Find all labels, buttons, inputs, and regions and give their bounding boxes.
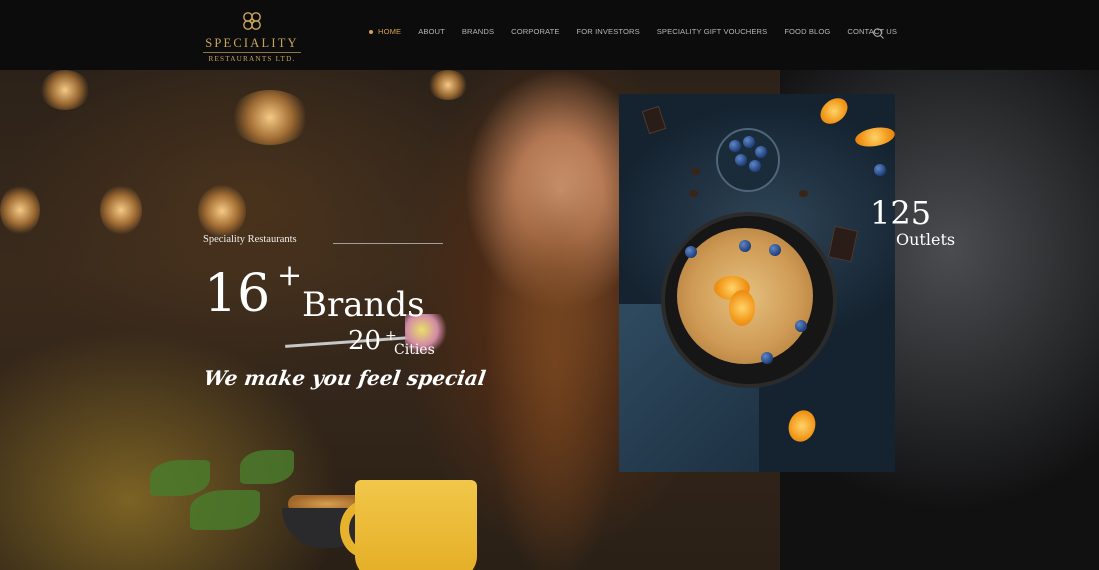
outlets-label: Outlets (896, 230, 956, 249)
nav-item-gift-vouchers[interactable]: SPECIALITY GIFT VOUCHERS (657, 27, 768, 36)
orange-slice (729, 290, 755, 326)
chocolate-piece (827, 225, 859, 263)
chocolate-piece (641, 105, 667, 135)
blueberry (685, 246, 697, 258)
orange-slice (784, 406, 820, 446)
coffee-bean (691, 168, 700, 175)
coffee-bean (689, 190, 698, 197)
blueberry (743, 136, 755, 148)
plant-leaf (190, 490, 260, 530)
blueberry (795, 320, 807, 332)
blueberry (749, 160, 761, 172)
bokeh-light (198, 185, 246, 237)
blueberry (735, 154, 747, 166)
brands-label: Brands (302, 285, 425, 325)
nav-item-food-blog[interactable]: FOOD BLOG (784, 27, 830, 36)
nav-item-home[interactable]: HOME (369, 27, 401, 36)
coffee-bean (799, 190, 808, 197)
nav-item-label: HOME (378, 27, 402, 36)
logo-emblem-icon (243, 12, 261, 30)
orange-slice (815, 94, 853, 130)
hero-eyebrow: Speciality Restaurants (203, 234, 297, 245)
nav-item-for-investors[interactable]: FOR INVESTORS (577, 27, 640, 36)
brands-count: 16 (204, 264, 271, 324)
active-dot-icon (369, 29, 373, 34)
bokeh-light (40, 70, 90, 110)
cities-count: 20 (348, 326, 382, 356)
bokeh-light (230, 90, 310, 145)
blueberry (755, 146, 767, 158)
blueberry (769, 244, 781, 256)
nav-item-brands[interactable]: BRANDS (462, 27, 494, 36)
plant-leaf (240, 450, 294, 484)
blueberry (761, 352, 773, 364)
nav-item-corporate[interactable]: CORPORATE (511, 27, 559, 36)
blueberry (729, 140, 741, 152)
site-header: SPECIALITY RESTAURANTS LTD. HOME ABOUT B… (0, 0, 1099, 70)
food-photo-card (619, 94, 895, 472)
orange-slice (853, 124, 895, 150)
main-nav: HOME ABOUT BRANDS CORPORATE FOR INVESTOR… (369, 27, 914, 36)
brands-plus: + (277, 258, 303, 293)
blueberry (739, 240, 751, 252)
bokeh-light (428, 70, 468, 100)
plant-leaf (150, 460, 210, 496)
outlets-count: 125 (870, 194, 932, 232)
hero-tagline: We make you feel special (202, 366, 488, 390)
eyebrow-divider (333, 243, 443, 244)
bokeh-light (0, 185, 40, 235)
bokeh-light (100, 185, 142, 235)
cities-label: Cities (394, 342, 435, 358)
search-icon[interactable] (873, 28, 884, 39)
logo-title: SPECIALITY (205, 36, 299, 50)
logo[interactable]: SPECIALITY RESTAURANTS LTD. (200, 8, 304, 66)
yellow-cup (355, 480, 477, 570)
hero-banner (0, 70, 1099, 570)
logo-subtitle: RESTAURANTS LTD. (203, 52, 301, 63)
blueberry (874, 164, 886, 176)
nav-item-about[interactable]: ABOUT (418, 27, 445, 36)
